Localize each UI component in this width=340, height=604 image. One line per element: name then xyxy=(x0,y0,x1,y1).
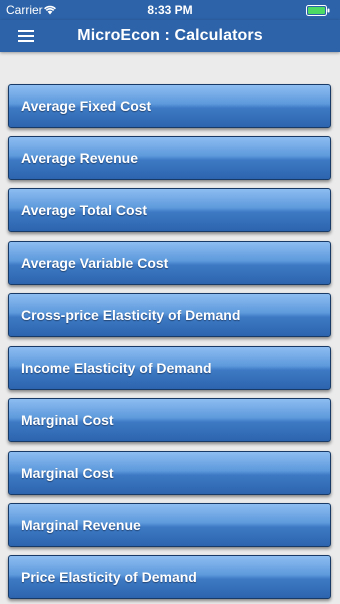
calculator-button-marginal-cost[interactable]: Marginal Cost xyxy=(8,398,331,442)
calculator-button-marginal-revenue[interactable]: Marginal Revenue xyxy=(8,503,331,547)
calculator-button-label: Average Variable Cost xyxy=(21,255,169,271)
battery-icon xyxy=(306,5,330,16)
app-header: MicroEcon : Calculators xyxy=(0,20,340,52)
calculator-button-average-revenue[interactable]: Average Revenue xyxy=(8,136,331,180)
calculator-button-label: Cross-price Elasticity of Demand xyxy=(21,307,241,323)
calculator-button-label: Marginal Cost xyxy=(21,412,114,428)
calculator-button-income-elasticity[interactable]: Income Elasticity of Demand xyxy=(8,346,331,390)
calculator-button-label: Average Fixed Cost xyxy=(21,98,152,114)
calculator-button-label: Income Elasticity of Demand xyxy=(21,360,212,376)
calculator-button-label: Marginal Cost xyxy=(21,465,114,481)
calculator-button-price-elasticity[interactable]: Price Elasticity of Demand xyxy=(8,555,331,599)
calculator-button-label: Marginal Revenue xyxy=(21,517,141,533)
calculator-button-cross-price-elasticity[interactable]: Cross-price Elasticity of Demand xyxy=(8,293,331,337)
calculator-button-label: Average Total Cost xyxy=(21,202,148,218)
calculator-button-average-variable-cost[interactable]: Average Variable Cost xyxy=(8,241,331,285)
calculator-button-label: Average Revenue xyxy=(21,150,138,166)
page-title: MicroEcon : Calculators xyxy=(77,27,263,44)
calculator-button-average-fixed-cost[interactable]: Average Fixed Cost xyxy=(8,84,331,128)
status-time: 8:33 PM xyxy=(147,3,193,17)
status-bar: Carrier 8:33 PM xyxy=(0,0,340,20)
calculator-button-average-total-cost[interactable]: Average Total Cost xyxy=(8,188,331,232)
calculator-button-marginal-cost-2[interactable]: Marginal Cost xyxy=(8,451,331,495)
calculator-button-label: Price Elasticity of Demand xyxy=(21,569,197,585)
